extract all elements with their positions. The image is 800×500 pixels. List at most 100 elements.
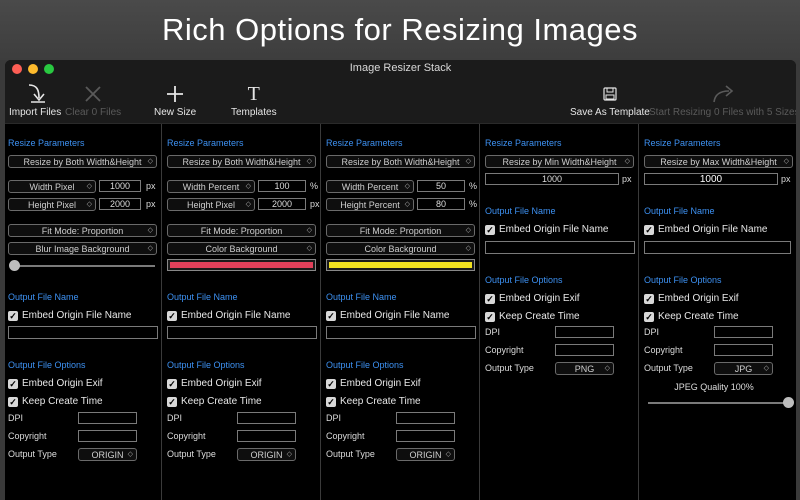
width-value-field[interactable]: 1000 xyxy=(99,180,141,192)
resize-mode-dropdown[interactable]: Resize by Both Width&Height ◇ xyxy=(326,155,475,168)
width-value-field[interactable]: 50 xyxy=(417,180,465,192)
embed-exif-checkbox[interactable]: ✓ Embed Origin Exif xyxy=(167,378,262,389)
plus-icon xyxy=(165,81,185,107)
size-value-field[interactable]: 1000 xyxy=(644,173,778,185)
dpi-field[interactable] xyxy=(555,326,614,338)
dpi-label: DPI xyxy=(485,327,501,337)
embed-origin-name-checkbox[interactable]: ✓ Embed Origin File Name xyxy=(485,224,608,235)
output-file-options-heading: Output File Options xyxy=(644,275,722,285)
height-unit-dropdown[interactable]: Height Pixel ◇ xyxy=(167,198,255,211)
width-unit-value: Width Percent xyxy=(341,181,399,192)
checkmark-icon: ✓ xyxy=(8,310,18,321)
keep-create-time-checkbox[interactable]: ✓ Keep Create Time xyxy=(8,396,103,407)
output-file-name-heading: Output File Name xyxy=(8,292,79,302)
fit-mode-value: Fit Mode: Proportion xyxy=(41,225,124,236)
file-name-field[interactable] xyxy=(326,326,476,339)
copyright-field[interactable] xyxy=(78,430,137,442)
output-type-dropdown[interactable]: JPG ◇ xyxy=(714,362,773,375)
file-name-field[interactable] xyxy=(167,326,317,339)
height-unit-suffix: % xyxy=(469,199,478,209)
output-type-dropdown[interactable]: ORIGIN ◇ xyxy=(78,448,137,461)
templates-button[interactable]: T Templates xyxy=(231,81,277,119)
new-size-button[interactable]: New Size xyxy=(154,81,196,118)
height-value-field[interactable]: 2000 xyxy=(99,198,141,210)
height-unit-suffix: px xyxy=(310,199,320,209)
dpi-label: DPI xyxy=(8,413,24,423)
keep-create-time-checkbox[interactable]: ✓ Keep Create Time xyxy=(167,396,262,407)
copyright-field[interactable] xyxy=(237,430,296,442)
keep-create-time-checkbox[interactable]: ✓ Keep Create Time xyxy=(326,396,421,407)
fit-mode-dropdown[interactable]: Fit Mode: Proportion ◇ xyxy=(326,224,475,237)
embed-exif-label: Embed Origin Exif xyxy=(658,293,739,304)
embed-origin-name-checkbox[interactable]: ✓ Embed Origin File Name xyxy=(644,224,767,235)
jpeg-quality-slider-track[interactable] xyxy=(648,402,786,404)
height-value-field[interactable]: 80 xyxy=(417,198,465,210)
copyright-label: Copyright xyxy=(485,345,524,355)
background-color-well[interactable] xyxy=(167,259,316,271)
output-type-label: Output Type xyxy=(485,363,534,373)
embed-exif-label: Embed Origin Exif xyxy=(22,378,103,389)
jpeg-quality-label: JPEG Quality 100% xyxy=(674,382,754,392)
dpi-field[interactable] xyxy=(78,412,137,424)
dpi-field[interactable] xyxy=(396,412,455,424)
save-as-template-button[interactable]: Save As Template xyxy=(570,81,650,118)
file-name-field[interactable] xyxy=(8,326,158,339)
file-name-field[interactable] xyxy=(644,241,791,254)
start-resizing-button[interactable]: Start Resizing 0 Files with 5 Sizes xyxy=(649,81,796,118)
copyright-field[interactable] xyxy=(555,344,614,356)
height-unit-dropdown[interactable]: Height Pixel ◇ xyxy=(8,198,96,211)
dpi-label: DPI xyxy=(644,327,660,337)
resize-mode-dropdown[interactable]: Resize by Both Width&Height ◇ xyxy=(8,155,157,168)
width-unit-dropdown[interactable]: Width Pixel ◇ xyxy=(8,180,96,193)
resize-mode-dropdown[interactable]: Resize by Both Width&Height ◇ xyxy=(167,155,316,168)
background-dropdown[interactable]: Blur Image Background ◇ xyxy=(8,242,157,255)
blur-slider-track[interactable] xyxy=(11,265,155,267)
width-value-field[interactable]: 100 xyxy=(258,180,306,192)
chevron-updown-icon: ◇ xyxy=(86,183,92,190)
jpeg-quality-slider-knob[interactable] xyxy=(783,397,794,408)
fit-mode-dropdown[interactable]: Fit Mode: Proportion ◇ xyxy=(167,224,316,237)
embed-exif-label: Embed Origin Exif xyxy=(499,293,580,304)
embed-origin-name-checkbox[interactable]: ✓ Embed Origin File Name xyxy=(326,310,449,321)
height-unit-dropdown[interactable]: Height Percent ◇ xyxy=(326,198,414,211)
output-type-label: Output Type xyxy=(8,449,57,459)
resize-parameters-heading: Resize Parameters xyxy=(644,138,721,148)
import-files-button[interactable]: Import Files xyxy=(9,81,61,118)
output-type-dropdown[interactable]: ORIGIN ◇ xyxy=(396,448,455,461)
output-file-name-heading: Output File Name xyxy=(167,292,238,302)
embed-exif-checkbox[interactable]: ✓ Embed Origin Exif xyxy=(485,293,580,304)
output-type-dropdown[interactable]: ORIGIN ◇ xyxy=(237,448,296,461)
background-color-well[interactable] xyxy=(326,259,475,271)
output-type-dropdown[interactable]: PNG ◇ xyxy=(555,362,614,375)
file-name-field[interactable] xyxy=(485,241,635,254)
dpi-field[interactable] xyxy=(237,412,296,424)
embed-exif-checkbox[interactable]: ✓ Embed Origin Exif xyxy=(644,293,739,304)
clear-files-button[interactable]: Clear 0 Files xyxy=(65,81,121,118)
embed-exif-checkbox[interactable]: ✓ Embed Origin Exif xyxy=(8,378,103,389)
keep-create-time-checkbox[interactable]: ✓ Keep Create Time xyxy=(485,311,580,322)
width-unit-dropdown[interactable]: Width Percent ◇ xyxy=(326,180,414,193)
copyright-label: Copyright xyxy=(8,431,47,441)
resize-mode-dropdown[interactable]: Resize by Min Width&Height ◇ xyxy=(485,155,634,168)
resize-mode-dropdown[interactable]: Resize by Max Width&Height ◇ xyxy=(644,155,793,168)
width-unit-dropdown[interactable]: Width Percent ◇ xyxy=(167,180,255,193)
height-unit-value: Height Pixel xyxy=(27,199,77,210)
checkmark-icon: ✓ xyxy=(326,310,336,321)
height-value-field[interactable]: 2000 xyxy=(258,198,306,210)
dpi-field[interactable] xyxy=(714,326,773,338)
size-column: Resize Parameters Resize by Max Width&He… xyxy=(638,124,796,500)
embed-exif-checkbox[interactable]: ✓ Embed Origin Exif xyxy=(326,378,421,389)
keep-create-time-label: Keep Create Time xyxy=(181,396,262,407)
copyright-field[interactable] xyxy=(396,430,455,442)
dpi-label: DPI xyxy=(326,413,342,423)
embed-origin-name-checkbox[interactable]: ✓ Embed Origin File Name xyxy=(8,310,131,321)
background-dropdown[interactable]: Color Background ◇ xyxy=(326,242,475,255)
embed-origin-name-checkbox[interactable]: ✓ Embed Origin File Name xyxy=(167,310,290,321)
background-value: Color Background xyxy=(205,243,278,254)
copyright-field[interactable] xyxy=(714,344,773,356)
blur-slider-knob[interactable] xyxy=(9,260,20,271)
fit-mode-dropdown[interactable]: Fit Mode: Proportion ◇ xyxy=(8,224,157,237)
background-dropdown[interactable]: Color Background ◇ xyxy=(167,242,316,255)
size-value-field[interactable]: 1000 xyxy=(485,173,619,185)
keep-create-time-checkbox[interactable]: ✓ Keep Create Time xyxy=(644,311,739,322)
